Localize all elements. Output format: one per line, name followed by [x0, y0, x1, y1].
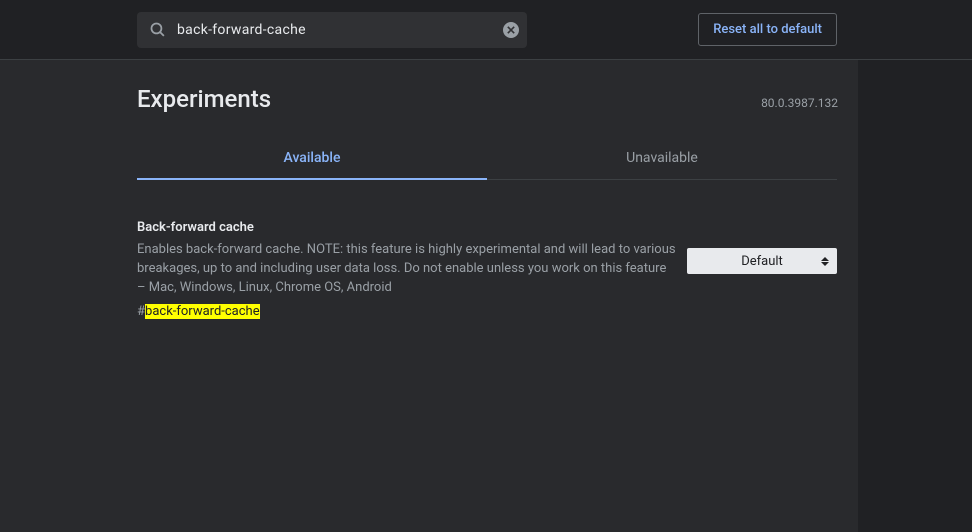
content-region: Experiments 80.0.3987.132 Available Unav… — [0, 60, 972, 532]
search-box — [137, 12, 527, 48]
header-bar: Reset all to default — [0, 0, 972, 60]
select-value: Default — [741, 254, 783, 269]
anchor-highlight: back-forward-cache — [145, 304, 260, 319]
header-inner: Reset all to default — [0, 12, 972, 48]
search-icon — [147, 20, 167, 40]
version-text: 80.0.3987.132 — [761, 96, 838, 110]
search-input[interactable] — [177, 22, 501, 38]
flag-title: Back-forward cache — [137, 220, 677, 235]
close-icon — [503, 22, 519, 38]
flag-select[interactable]: Default — [687, 248, 837, 274]
flag-anchor[interactable]: #back-forward-cache — [137, 304, 260, 319]
flag-item: Back-forward cache Enables back-forward … — [137, 220, 837, 319]
tab-available[interactable]: Available — [137, 137, 487, 179]
reset-all-button[interactable]: Reset all to default — [698, 13, 837, 46]
tabs: Available Unavailable — [137, 137, 837, 180]
flag-info: Back-forward cache Enables back-forward … — [137, 220, 687, 319]
main-panel: Experiments 80.0.3987.132 Available Unav… — [0, 60, 858, 532]
side-gap — [858, 60, 972, 532]
select-arrows-icon — [821, 257, 829, 266]
clear-search-button[interactable] — [501, 20, 521, 40]
heading-row: Experiments 80.0.3987.132 — [117, 60, 858, 113]
anchor-hash: # — [137, 304, 145, 319]
flag-description: Enables back-forward cache. NOTE: this f… — [137, 241, 677, 298]
tab-unavailable[interactable]: Unavailable — [487, 137, 837, 179]
page-title: Experiments — [137, 85, 271, 113]
